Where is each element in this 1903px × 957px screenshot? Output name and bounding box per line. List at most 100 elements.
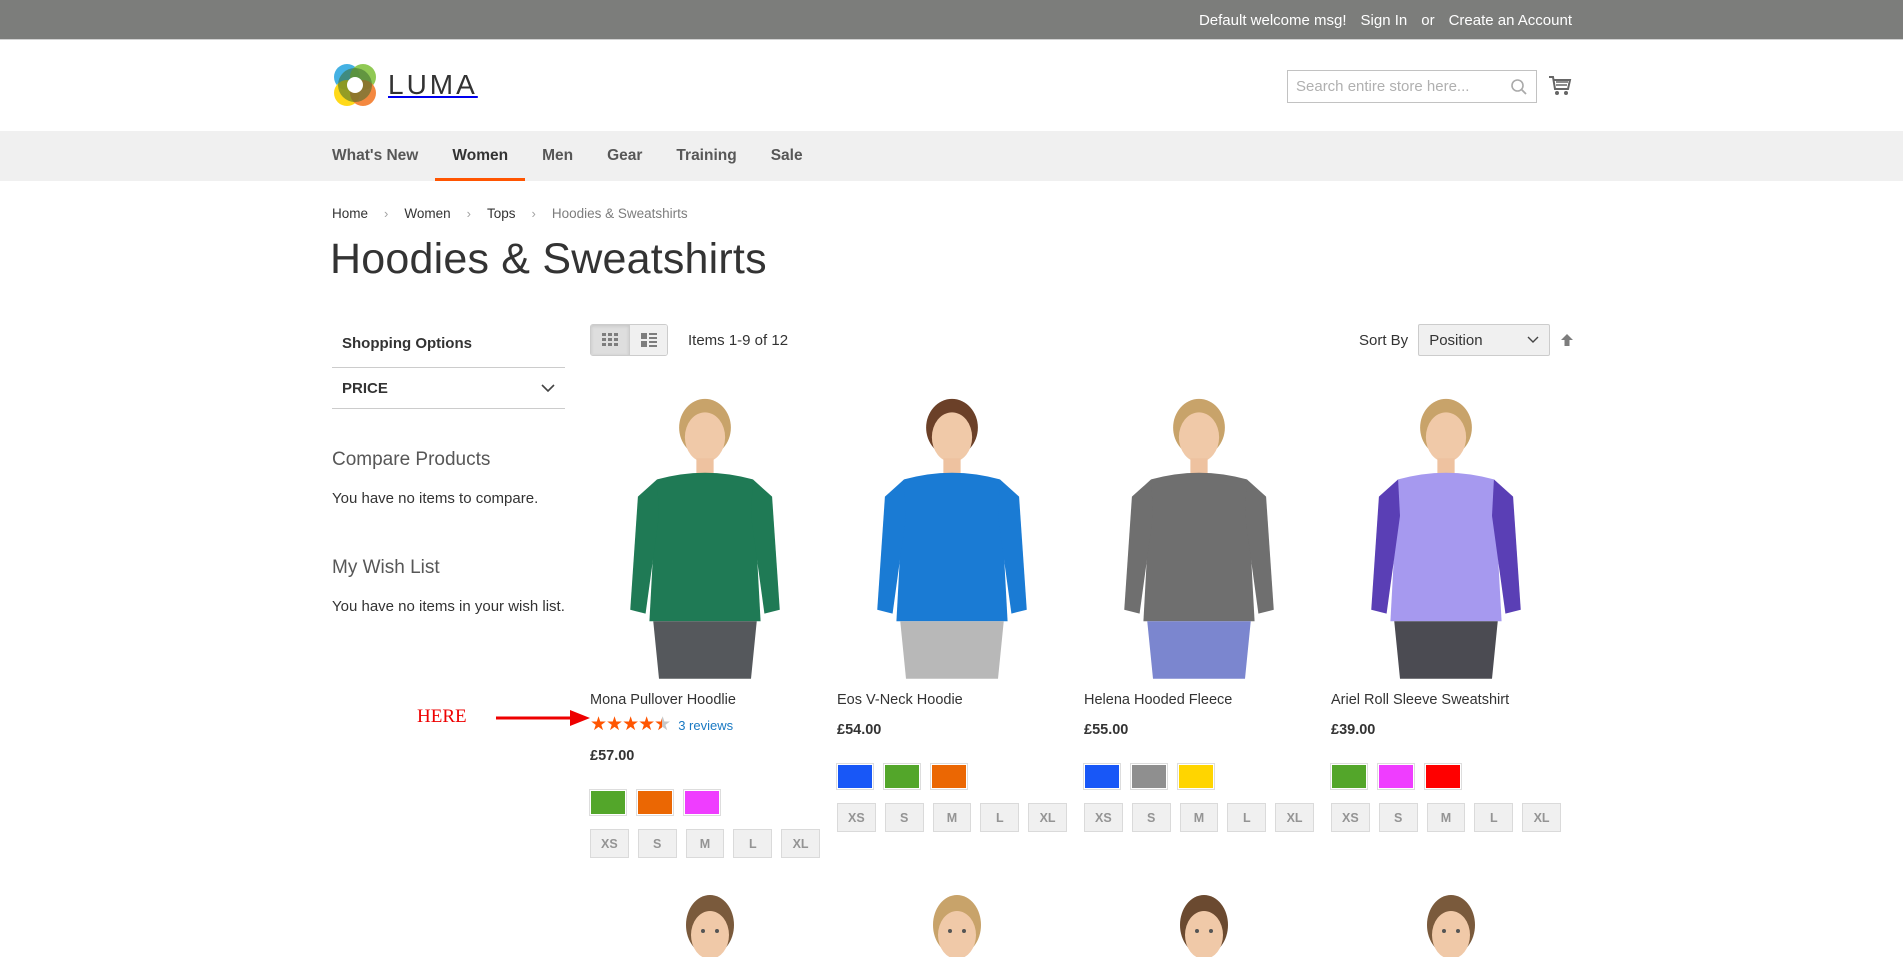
size-option[interactable]: S (637, 829, 677, 858)
size-option[interactable]: S (1131, 803, 1171, 832)
arrow-up-icon[interactable] (1560, 333, 1574, 347)
size-option[interactable]: XS (1331, 803, 1370, 832)
sort-select-value: Position (1429, 331, 1483, 349)
product-image-partial[interactable] (927, 895, 987, 957)
size-option[interactable]: L (1227, 803, 1267, 832)
breadcrumb-tops[interactable]: Tops (487, 206, 516, 221)
nav-item-women[interactable]: Women (435, 131, 525, 181)
product-image[interactable] (1331, 385, 1571, 685)
breadcrumb-separator-icon: › (384, 206, 389, 221)
color-swatch[interactable] (930, 763, 968, 790)
wishlist-title: My Wish List (332, 557, 440, 578)
size-option[interactable]: S (884, 803, 924, 832)
luma-logo-icon (334, 64, 376, 106)
color-swatch[interactable] (1130, 763, 1168, 790)
color-swatch[interactable] (1177, 763, 1215, 790)
welcome-message: Default welcome msg! (1198, 11, 1347, 29)
color-swatch[interactable] (636, 789, 674, 816)
size-option[interactable]: M (1426, 803, 1466, 832)
rating-stars-icon: ★★★★★★ (590, 714, 671, 735)
breadcrumb-separator-icon: › (531, 206, 536, 221)
product-image[interactable] (837, 385, 1077, 685)
header: LUMA (0, 40, 1903, 131)
color-swatch[interactable] (589, 789, 627, 816)
product-price: £55.00 (1084, 722, 1129, 738)
model-photo (877, 398, 1027, 679)
annotation-label: HERE (417, 706, 467, 727)
size-option[interactable]: M (685, 829, 725, 858)
breadcrumb-separator-icon: › (466, 206, 471, 221)
filter-price-label: PRICE (342, 379, 388, 397)
size-option[interactable]: L (733, 829, 773, 858)
size-option[interactable]: XS (590, 829, 629, 858)
nav-item-gear[interactable]: Gear (590, 131, 659, 181)
cart-button[interactable] (1548, 74, 1572, 103)
size-option[interactable]: XL (1028, 803, 1067, 832)
sort-select[interactable]: Position (1418, 324, 1551, 356)
create-account-link[interactable]: Create an Account (1449, 12, 1572, 29)
filter-price[interactable]: PRICE (332, 368, 565, 409)
logo-text: LUMA (388, 69, 478, 100)
nav-item-training[interactable]: Training (659, 131, 753, 181)
product-price: £54.00 (837, 722, 882, 738)
size-option[interactable]: XL (781, 829, 820, 858)
color-swatch[interactable] (683, 789, 721, 816)
toolbar: Items 1-9 of 12 (590, 324, 788, 356)
size-option[interactable]: L (980, 803, 1020, 832)
size-option[interactable]: XS (1084, 803, 1123, 832)
top-bar: Default welcome msg! Sign In or Create a… (0, 0, 1903, 40)
breadcrumb-women[interactable]: Women (404, 206, 450, 221)
view-mode-switch (590, 324, 668, 356)
product-item: Helena Hooded Fleece £55.00 XS S M L XL (1083, 385, 1314, 832)
size-option[interactable]: M (932, 803, 972, 832)
product-name-link[interactable]: Ariel Roll Sleeve Sweatshirt (1331, 692, 1561, 708)
color-swatches (836, 763, 1067, 790)
search-input[interactable] (1296, 78, 1510, 95)
size-option[interactable]: XS (837, 803, 876, 832)
shopping-options-title: Shopping Options (332, 320, 565, 368)
reviews-link[interactable]: 3 reviews (678, 718, 733, 733)
nav-item-sale[interactable]: Sale (754, 131, 820, 181)
sign-in-link[interactable]: Sign In (1361, 12, 1408, 29)
product-price: £57.00 (590, 748, 635, 764)
product-item: Ariel Roll Sleeve Sweatshirt £39.00 XS S M… (1330, 385, 1561, 832)
color-swatch[interactable] (1377, 763, 1415, 790)
nav-item-whats-new[interactable]: What's New (332, 131, 435, 181)
size-option[interactable]: L (1474, 803, 1514, 832)
product-name-link[interactable]: Mona Pullover Hoodlie (590, 692, 820, 708)
size-option[interactable]: S (1378, 803, 1418, 832)
color-swatch[interactable] (1083, 763, 1121, 790)
shopping-cart-icon (1549, 76, 1572, 95)
size-options: XS S M L XL (1084, 803, 1314, 832)
sort-by-label: Sort By (1359, 331, 1409, 349)
size-options: XS S M L XL (837, 803, 1067, 832)
color-swatches (1330, 763, 1561, 790)
size-option[interactable]: M (1179, 803, 1219, 832)
breadcrumb-home[interactable]: Home (332, 206, 368, 221)
product-name-link[interactable]: Helena Hooded Fleece (1084, 692, 1314, 708)
product-rating: ★★★★★★ 3 reviews (590, 714, 820, 735)
chevron-down-icon (1527, 336, 1539, 343)
product-image-partial[interactable] (680, 895, 740, 957)
product-image[interactable] (590, 385, 830, 685)
product-name-link[interactable]: Eos V-Neck Hoodie (837, 692, 1067, 708)
color-swatch[interactable] (1424, 763, 1462, 790)
product-image[interactable] (1084, 385, 1324, 685)
size-option[interactable]: XL (1275, 803, 1314, 832)
list-view-button[interactable] (629, 325, 667, 355)
size-options: XS S M L XL (590, 829, 820, 858)
annotation-arrow-icon (496, 710, 590, 726)
color-swatches (589, 789, 820, 816)
search-icon[interactable] (1510, 78, 1528, 96)
logo[interactable]: LUMA (332, 62, 478, 108)
product-image-partial[interactable] (1174, 895, 1234, 957)
product-image-partial[interactable] (1421, 895, 1481, 957)
search-box[interactable] (1287, 70, 1537, 103)
color-swatch[interactable] (883, 763, 921, 790)
grid-view-button[interactable] (591, 325, 629, 355)
wishlist-empty: You have no items in your wish list. (332, 598, 565, 615)
size-option[interactable]: XL (1522, 803, 1561, 832)
color-swatch[interactable] (836, 763, 874, 790)
color-swatch[interactable] (1330, 763, 1368, 790)
nav-item-men[interactable]: Men (525, 131, 590, 181)
